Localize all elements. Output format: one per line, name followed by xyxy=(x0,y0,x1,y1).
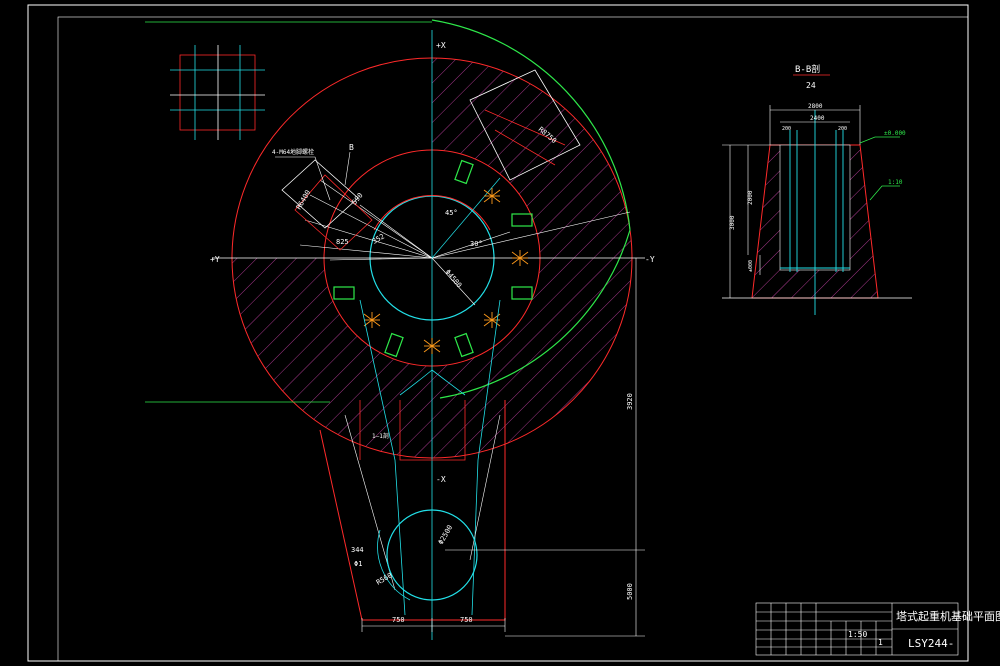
drawing-number: LSY244- xyxy=(908,637,954,650)
axis-label-neg-x: -X xyxy=(436,475,446,484)
dim-3920: 3920 xyxy=(626,393,634,410)
dim-right-750: 750 xyxy=(460,616,473,624)
dim-left-750: 750 xyxy=(392,616,405,624)
cad-drawing-canvas: +X -X +Y -Y 4-M64地脚螺栓 B 825 352 590 45° … xyxy=(27,4,1000,662)
section-dim-top: 2800 xyxy=(808,103,823,110)
section-dim-inner: 2400 xyxy=(810,115,825,122)
dim-344: 344 xyxy=(351,546,364,554)
column-grid-symbol xyxy=(170,45,265,140)
section-scale: 24 xyxy=(806,81,816,90)
drawing-title: 塔式起重机基础平面图 xyxy=(896,609,1000,623)
section-dim-left-a: 200 xyxy=(782,126,791,132)
section-dim-height: 2000 xyxy=(747,190,754,205)
tie-bolt-label: 4-M64地脚螺栓 xyxy=(272,148,314,156)
drawing-scale: 1:50 xyxy=(848,630,867,639)
section-marker-b: B xyxy=(349,143,354,152)
dim-5000: 5000 xyxy=(626,583,634,600)
section-dim-left-b: 200 xyxy=(838,126,847,132)
axis-label-neg-y: -Y xyxy=(645,255,655,264)
dim-p1: Φ1 xyxy=(354,560,362,568)
foundation-plan xyxy=(145,19,645,640)
dim-825: 825 xyxy=(336,238,349,246)
section-dim-total: 3000 xyxy=(729,215,736,230)
small-circle-d: Φ2500 xyxy=(437,524,454,546)
angle-45: 45° xyxy=(445,209,458,217)
r-mid: R6400 xyxy=(295,189,312,211)
drawing-sheet: 1 xyxy=(878,638,883,647)
angle-30: 30° xyxy=(470,240,483,248)
axis-label-pos-y: +Y xyxy=(210,255,220,264)
section-level-top: ±0.000 xyxy=(884,130,906,137)
tie-label: 1—1剖 xyxy=(372,432,389,440)
axis-label-pos-x: +X xyxy=(436,41,446,50)
section-level-side: 1:10 xyxy=(888,179,903,186)
section-dim-base: ±000 xyxy=(748,260,754,272)
section-title: B-B剖 xyxy=(795,63,820,75)
